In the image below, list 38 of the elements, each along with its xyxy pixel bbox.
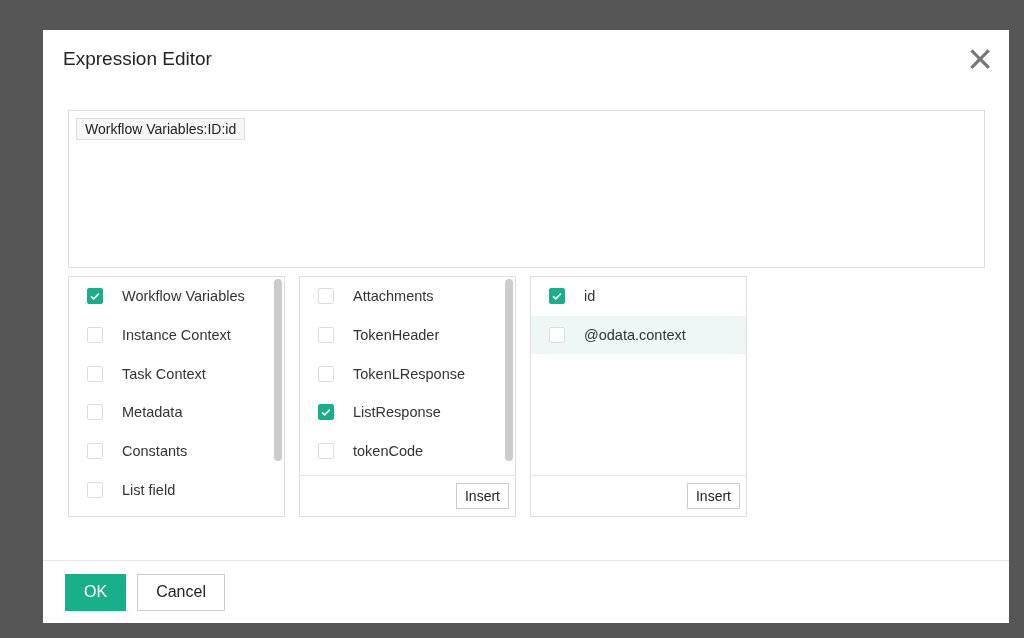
highlighted-row[interactable]: @odata.context <box>531 315 746 355</box>
checkbox[interactable] <box>318 404 334 421</box>
variable-label: Instance Context <box>122 327 231 344</box>
variable-label: Constants <box>122 443 188 460</box>
list-row[interactable]: List field <box>69 470 284 510</box>
variable-label: id <box>584 288 596 305</box>
insert-button[interactable]: Insert <box>456 483 509 509</box>
checkbox[interactable] <box>549 288 565 305</box>
variable-label: Workflow Variables <box>122 288 245 305</box>
list-row[interactable]: id <box>531 277 746 316</box>
list-row[interactable]: Task Context <box>69 354 284 394</box>
variable-label: ListResponse <box>353 404 441 421</box>
scrollbar-thumb[interactable] <box>274 279 282 461</box>
list-row[interactable]: Instance Context <box>69 315 284 355</box>
scrollbar-thumb[interactable] <box>505 279 513 461</box>
variable-label: tokenCode <box>353 443 424 460</box>
list-row[interactable]: ListResponse <box>300 393 515 432</box>
list-row[interactable]: TokenHeader <box>300 315 515 355</box>
variable-label: Metadata <box>122 404 183 421</box>
variable-label: TokenHeader <box>353 327 440 344</box>
expression-field[interactable]: Workflow Variables:ID:id <box>68 110 985 268</box>
checkbox[interactable] <box>87 288 103 305</box>
list-row[interactable]: TokenLResponse <box>300 354 515 394</box>
list-row[interactable]: Constants <box>69 431 284 471</box>
expression-token[interactable]: Workflow Variables:ID:id <box>76 118 246 140</box>
variable-label: TokenLResponse <box>353 365 466 382</box>
variable-label: @odata.context <box>584 327 686 344</box>
dialog-title: Expression Editor <box>63 48 212 70</box>
variable-label: Task Context <box>122 365 206 382</box>
close-button[interactable]: × <box>967 42 993 76</box>
list-row[interactable]: Workflow Variables <box>69 277 284 316</box>
variable-label: Attachments <box>353 288 434 305</box>
variable-label: List field <box>122 481 176 498</box>
list-row[interactable]: Metadata <box>69 393 284 432</box>
cancel-button[interactable]: Cancel <box>137 573 225 611</box>
list-row[interactable]: tokenCode <box>300 431 515 471</box>
insert-button[interactable]: Insert <box>687 483 740 509</box>
list-row[interactable]: Attachments <box>300 277 515 316</box>
